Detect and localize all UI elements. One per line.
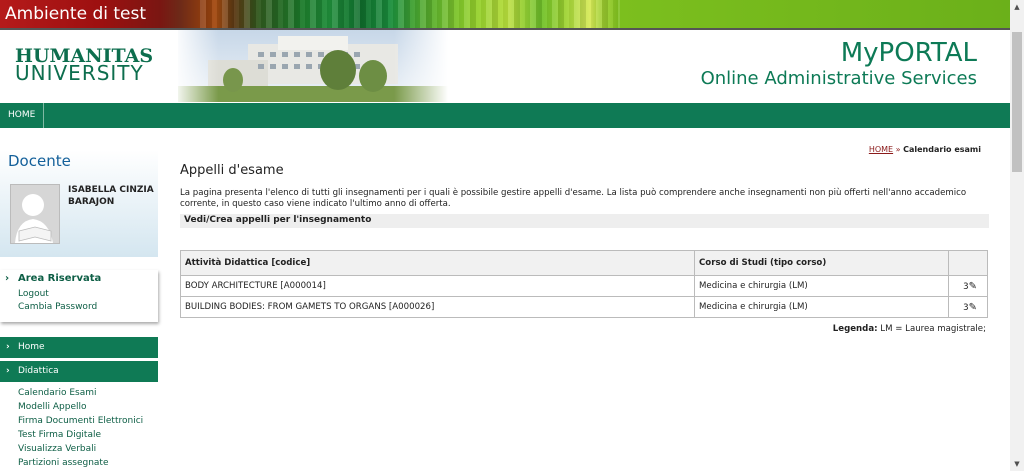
header: HUMANITAS UNIVERSITY MyPORTAL Online Adm… [0, 30, 1010, 102]
column-header-actions [948, 250, 988, 276]
cell-attivita: BODY ARCHITECTURE [A000014] [180, 275, 695, 297]
breadcrumb-separator: » [895, 145, 901, 154]
environment-bar: Ambiente di test [0, 0, 1010, 30]
section-header: Vedi/Crea appelli per l'insegnamento [180, 214, 989, 228]
vertical-scrollbar[interactable]: ▲ ▼ [1010, 0, 1024, 471]
sidebar-item-label: Didattica [18, 366, 59, 376]
nav-home-link[interactable]: HOME [0, 103, 45, 128]
breadcrumb-home-link[interactable]: HOME [869, 145, 893, 154]
sidebar-item-label: Home [18, 342, 45, 352]
user-name-line2: BARAJON [68, 197, 115, 207]
campus-building-image [178, 30, 448, 102]
page-description: La pagina presenta l'elenco di tutti gli… [180, 188, 967, 209]
table-header-row: Attività Didattica [codice] Corso di Stu… [180, 250, 988, 276]
area-riservata-box: › Area Riservata Logout Cambia Password [0, 270, 158, 322]
sidebar-item-home[interactable]: › Home [0, 337, 158, 358]
breadcrumb-current: Calendario esami [903, 145, 981, 154]
column-header-corso: Corso di Studi (tipo corso) [694, 250, 949, 276]
scroll-up-arrow-icon[interactable]: ▲ [1010, 0, 1024, 14]
sidebar-sub-test-firma[interactable]: Test Firma Digitale [18, 430, 101, 440]
courses-table: Attività Didattica [codice] Corso di Stu… [180, 250, 988, 318]
docente-box: Docente ISABELLA CINZIA BARAJON [0, 150, 158, 257]
cambia-password-link[interactable]: Cambia Password [18, 302, 97, 312]
edit-pencil-icon[interactable]: ✎ [969, 281, 977, 292]
chevron-right-icon: › [6, 342, 10, 352]
cell-actions: 3✎ [948, 275, 988, 297]
environment-title: Ambiente di test [5, 4, 147, 24]
cell-corso: Medicina e chirurgia (LM) [694, 296, 949, 318]
legend: Legenda: LM = Laurea magistrale; [833, 324, 986, 334]
page-title: Appelli d'esame [180, 163, 284, 178]
logout-link[interactable]: Logout [18, 289, 49, 299]
scroll-thumb[interactable] [1012, 32, 1022, 172]
sidebar-sub-visualizza-verbali[interactable]: Visualizza Verbali [18, 444, 96, 454]
sidebar-sub-partizioni[interactable]: Partizioni assegnate [18, 458, 109, 468]
sidebar-sub-firma-documenti[interactable]: Firma Documenti Elettronici [18, 416, 143, 426]
legend-label: Legenda: [832, 324, 878, 334]
sidebar-sub-calendario-esami[interactable]: Calendario Esami [18, 388, 97, 398]
logo-line2: UNIVERSITY [15, 61, 144, 85]
scroll-down-arrow-icon[interactable]: ▼ [1010, 457, 1024, 471]
cell-actions: 3✎ [948, 296, 988, 318]
chevron-right-icon: › [6, 366, 10, 376]
decorative-stripes [200, 0, 620, 28]
portal-subtitle: Online Administrative Services [700, 68, 977, 89]
humanitas-logo[interactable]: HUMANITAS UNIVERSITY [15, 47, 153, 85]
edit-pencil-icon[interactable]: ✎ [969, 302, 977, 313]
section-label: Vedi/Crea appelli per l'insegnamento [184, 215, 372, 225]
sidebar-item-didattica[interactable]: › Didattica [0, 361, 158, 382]
docente-title: Docente [8, 152, 71, 170]
user-silhouette-icon [11, 185, 59, 243]
portal-title: MyPORTAL [840, 38, 977, 68]
breadcrumb: HOME » Calendario esami [869, 145, 981, 154]
table-row: BODY ARCHITECTURE [A000014] Medicina e c… [180, 275, 988, 297]
legend-text: LM = Laurea magistrale; [880, 324, 986, 334]
avatar [10, 184, 60, 244]
cell-attivita: BUILDING BODIES: FROM GAMETS TO ORGANS [… [180, 296, 695, 318]
chevron-right-icon: › [5, 273, 10, 284]
cell-corso: Medicina e chirurgia (LM) [694, 275, 949, 297]
main-navbar: HOME [0, 103, 1010, 128]
sidebar-sub-modelli-appello[interactable]: Modelli Appello [18, 402, 87, 412]
table-row: BUILDING BODIES: FROM GAMETS TO ORGANS [… [180, 296, 988, 318]
column-header-attivita: Attività Didattica [codice] [180, 250, 695, 276]
user-name: ISABELLA CINZIA BARAJON [68, 184, 154, 208]
user-name-line1: ISABELLA CINZIA [68, 185, 154, 195]
area-riservata-title[interactable]: Area Riservata [18, 273, 101, 284]
